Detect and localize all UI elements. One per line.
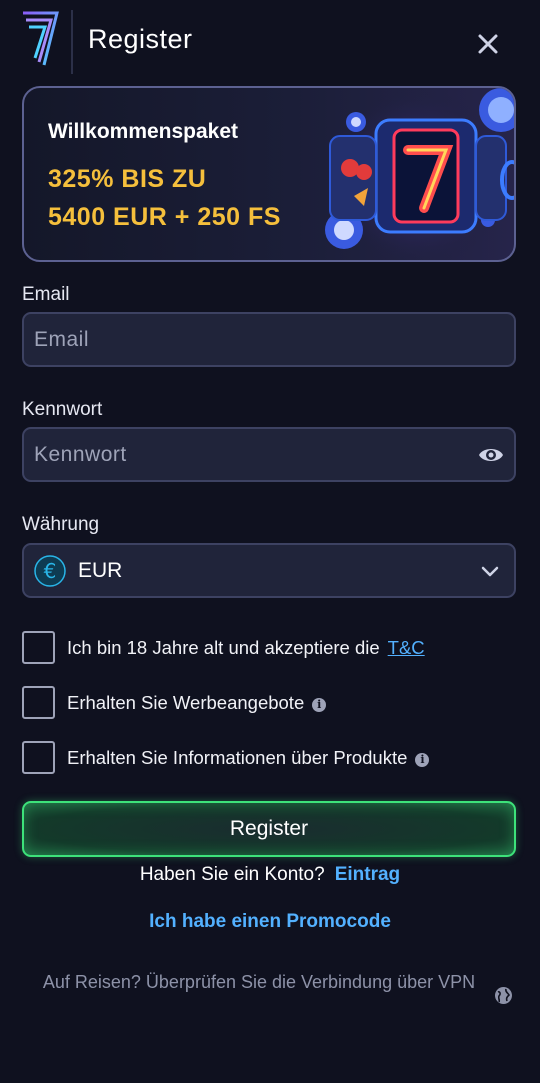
svg-text:€: € — [44, 559, 57, 583]
promo-offers-text: Erhalten Sie Werbeangebote i — [67, 692, 327, 714]
welcome-banner[interactable]: Willkommenspaket 325% BIS ZU 5400 EUR + … — [22, 86, 516, 262]
brand-7-logo-icon[interactable] — [20, 10, 60, 68]
have-account-text: Haben Sie ein Konto? — [139, 864, 325, 885]
have-account-line: Haben Sie ein Konto? Eintrag — [0, 864, 540, 886]
info-icon[interactable]: i — [312, 698, 327, 712]
banner-offer-line1: 325% BIS ZU — [48, 165, 207, 193]
password-label: Kennwort — [22, 399, 103, 420]
email-label: Email — [22, 284, 70, 305]
slot-machine-seven-illustration — [325, 88, 514, 260]
password-field[interactable] — [22, 427, 516, 482]
page-title: Register — [88, 24, 193, 54]
product-info-label: Erhalten Sie Informationen über Produkte — [67, 747, 408, 768]
banner-offer: 325% BIS ZU 5400 EUR + 250 FS — [48, 160, 281, 236]
promo-offers-label: Erhalten Sie Werbeangebote — [67, 692, 305, 713]
register-button[interactable]: Register — [22, 801, 516, 857]
header-divider — [71, 10, 73, 74]
terms-link[interactable]: T&C — [388, 637, 425, 658]
euro-icon: € — [34, 555, 66, 587]
terms-text: Ich bin 18 Jahre alt und akzeptiere die T… — [67, 637, 425, 659]
close-icon[interactable] — [474, 30, 502, 58]
eye-icon[interactable] — [478, 443, 504, 467]
terms-label: Ich bin 18 Jahre alt und akzeptiere die — [67, 637, 380, 658]
info-icon[interactable]: i — [415, 753, 430, 767]
currency-select[interactable]: € EUR — [22, 543, 516, 598]
currency-value: EUR — [78, 559, 123, 582]
login-link[interactable]: Eintrag — [335, 864, 400, 885]
promo-offers-checkbox[interactable] — [22, 686, 55, 719]
header: Register — [0, 0, 540, 86]
promo-code-link[interactable]: Ich habe einen Promocode — [0, 911, 540, 933]
terms-checkbox[interactable] — [22, 631, 55, 664]
email-field[interactable] — [22, 312, 516, 367]
password-input[interactable] — [34, 429, 474, 480]
promo-offers-row: Erhalten Sie Werbeangebote i — [22, 686, 516, 720]
chevron-down-icon[interactable] — [480, 561, 500, 581]
banner-offer-line2: 5400 EUR + 250 FS — [48, 203, 281, 231]
currency-label: Währung — [22, 514, 100, 535]
vpn-text: Auf Reisen? Überprüfen Sie die Verbindun… — [42, 972, 476, 992]
email-input[interactable] — [34, 314, 474, 365]
globe-icon[interactable] — [494, 986, 513, 1005]
product-info-row: Erhalten Sie Informationen über Produkte… — [22, 741, 516, 775]
product-info-text: Erhalten Sie Informationen über Produkte… — [67, 747, 430, 769]
product-info-checkbox[interactable] — [22, 741, 55, 774]
banner-title: Willkommenspaket — [48, 120, 239, 143]
terms-row: Ich bin 18 Jahre alt und akzeptiere die T… — [22, 631, 516, 665]
